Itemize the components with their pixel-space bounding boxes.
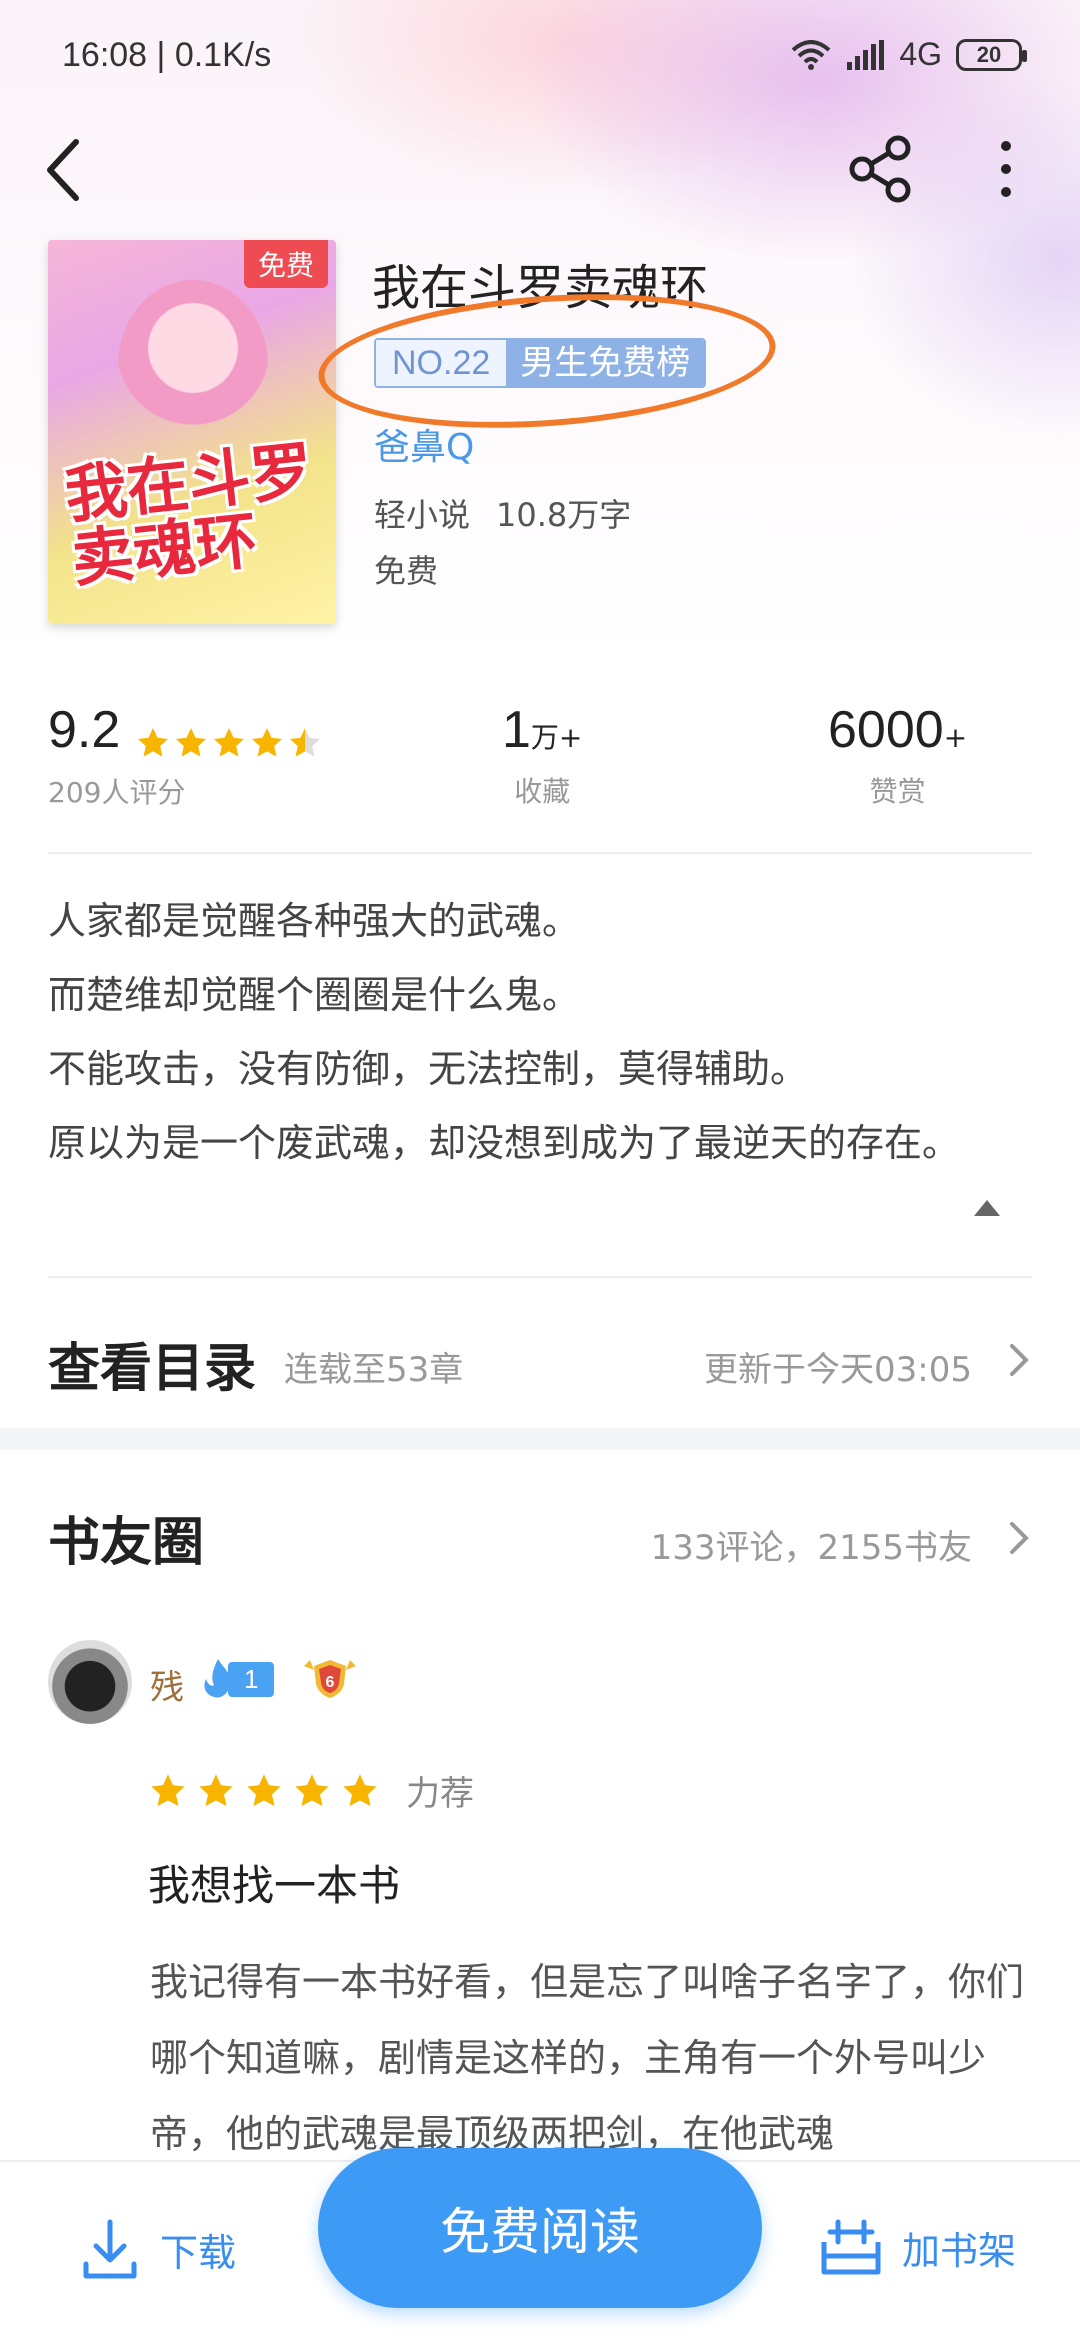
review-tag: 力荐 <box>406 1774 474 1814</box>
intro-line: 而楚维却觉醒个圈圈是什么鬼。 <box>48 973 581 1017</box>
fan-level-badge: 1 <box>200 1656 275 1702</box>
divider <box>48 852 1032 854</box>
collect-unit: 万+ <box>530 721 583 754</box>
network-type: 4G <box>899 36 942 72</box>
chevron-right-icon <box>1010 1344 1029 1376</box>
book-intro[interactable]: 人家都是觉醒各种强大的武魂。 而楚维却觉醒个圈圈是什么鬼。 不能攻击，没有防御，… <box>48 884 1038 1180</box>
collect-stat: 1万+ 收藏 <box>502 700 582 810</box>
status-bar: 16:08 | 0.1K/s 4G 20 <box>0 0 1080 120</box>
free-badge: 免费 <box>243 240 328 288</box>
rating-value: 9.2 <box>48 701 121 759</box>
status-indicators: 4G 20 <box>791 36 1027 73</box>
intro-line: 人家都是觉醒各种强大的武魂。 <box>48 899 581 943</box>
fan-level: 1 <box>228 1661 275 1697</box>
avatar[interactable] <box>48 1640 132 1724</box>
star-icon <box>214 727 245 757</box>
star-icon <box>295 1773 329 1806</box>
add-to-shelf-button[interactable]: 加书架 <box>820 2218 1016 2276</box>
reward-value: 6000 <box>828 701 944 759</box>
wifi-icon <box>791 39 831 70</box>
collapse-icon[interactable] <box>972 1196 1002 1218</box>
collect-value: 1 <box>502 701 531 759</box>
intro-line: 原以为是一个废武魂，却没想到成为了最逆天的存在。 <box>48 1121 961 1165</box>
more-icon[interactable] <box>986 134 1026 204</box>
reward-label: 赞赏 <box>869 775 926 808</box>
star-icon <box>151 1773 185 1806</box>
battery-icon: 20 <box>956 38 1027 71</box>
rating-count: 209人评分 <box>48 775 186 809</box>
reward-unit: + <box>943 721 968 754</box>
intro-line: 不能攻击，没有防御，无法控制，莫得辅助。 <box>48 1047 809 1091</box>
collect-label: 收藏 <box>514 775 571 808</box>
cover-illustration <box>118 280 268 450</box>
level-shield-icon: 6 <box>304 1660 356 1698</box>
star-icon <box>138 727 169 757</box>
download-icon <box>83 2219 137 2279</box>
review-title[interactable]: 我想找一本书 <box>148 1852 400 1913</box>
star-icon <box>252 727 283 757</box>
star-icon <box>343 1773 377 1806</box>
half-star-icon <box>290 727 321 757</box>
download-label: 下载 <box>160 2230 237 2275</box>
star-icon <box>247 1773 281 1806</box>
star-icon <box>176 727 207 757</box>
book-category: 轻小说 <box>374 496 471 534</box>
shelf-label: 加书架 <box>902 2228 1017 2273</box>
circle-stats-link[interactable]: 133评论，2155书友 <box>651 1520 972 1569</box>
rating-stat[interactable]: 9.2 209人评分 <box>48 700 325 811</box>
status-time: 16:08 | 0.1K/s <box>62 36 272 74</box>
catalog-update-time: 更新于今天03:05 <box>704 1350 972 1390</box>
back-icon[interactable] <box>36 130 96 210</box>
cover-title-art: 我在斗罗卖魂环 <box>61 433 316 596</box>
book-meta: 轻小说 10.8万字 <box>374 490 631 536</box>
badge-level: 6 <box>326 1674 335 1691</box>
catalog-row[interactable]: 查看目录 连载至53章 更新于今天03:05 <box>0 1284 1080 1424</box>
rating-stars <box>135 725 325 761</box>
free-read-button[interactable]: 免费阅读 <box>318 2148 762 2308</box>
book-cover[interactable]: 免费 我在斗罗卖魂环 <box>48 240 336 624</box>
star-icon <box>199 1773 233 1806</box>
section-separator <box>0 1428 1080 1450</box>
review-stars: 力荐 <box>148 1766 474 1815</box>
review-username[interactable]: 残 <box>150 1660 184 1709</box>
chevron-right-icon[interactable] <box>1008 1520 1032 1556</box>
download-button[interactable]: 下载 <box>82 2218 236 2280</box>
author-link[interactable]: 爸鼻Q <box>374 418 474 470</box>
review-body[interactable]: 我记得有一本书好看，但是忘了叫啥子名字了，你们哪个知道嘛，剧情是这样的，主角有一… <box>150 1944 1030 2172</box>
share-icon[interactable] <box>846 134 916 204</box>
word-count: 10.8万字 <box>496 496 632 534</box>
bookshelf-icon <box>821 2219 881 2275</box>
circle-title: 书友圈 <box>48 1512 205 1573</box>
divider <box>48 1276 1032 1278</box>
catalog-title: 查看目录 <box>48 1338 257 1399</box>
reward-stat[interactable]: 6000+ 赞赏 <box>828 700 967 810</box>
book-price: 免费 <box>374 552 439 590</box>
catalog-status: 连载至53章 <box>284 1350 464 1390</box>
signal-icon <box>847 39 885 70</box>
